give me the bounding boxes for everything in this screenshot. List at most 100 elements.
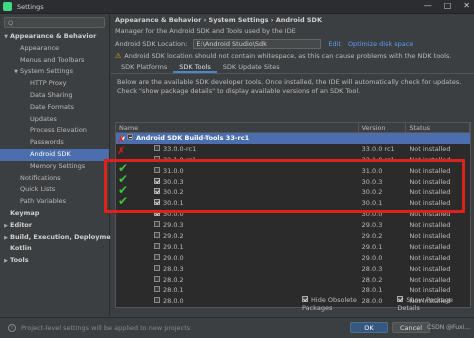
watermark: CSDN @Fuxi... [427, 324, 470, 331]
tab-sdk-tools[interactable]: SDK Tools [173, 62, 217, 73]
table-row[interactable]: 29.0.0 29.0.0 Not installed [116, 253, 470, 264]
table-options: Hide Obsolete Packages Show Package Deta… [302, 296, 474, 312]
table-row[interactable]: 29.0.3 29.0.3 Not installed [116, 220, 470, 231]
version-cell: 29.0.3 [361, 221, 383, 230]
table-row[interactable]: 28.0.3 28.0.3 Not installed [116, 264, 470, 275]
version-cell: 30.0.1 [361, 199, 383, 208]
row-checkbox[interactable] [154, 221, 160, 228]
build-tools-group-row[interactable]: ▼ Android SDK Build-Tools 33-rc1 [116, 133, 470, 144]
group-checkbox[interactable] [127, 134, 133, 140]
status-cell: Not installed [409, 275, 451, 284]
row-checkbox[interactable] [154, 232, 160, 239]
row-checkbox[interactable] [154, 210, 160, 217]
sidebar-item-passwords[interactable]: Passwords [0, 137, 109, 149]
settings-search-input[interactable]: Q [4, 17, 105, 28]
optimize-disk-space-link[interactable]: Optimize disk space [348, 40, 413, 48]
sidebar-item-appearance-behavior[interactable]: ▼ Appearance & Behavior [0, 31, 109, 43]
table-row[interactable]: 30.0.2 30.0.2 Not installed [116, 187, 470, 198]
column-version[interactable]: Version [359, 123, 407, 132]
name-cell: 30.0.1 [116, 198, 359, 209]
sidebar-item-http-proxy[interactable]: HTTP Proxy [0, 78, 109, 90]
column-name[interactable]: Name [116, 123, 359, 132]
sdk-tools-table: Name Version Status ▼ Android SDK Build-T… [115, 122, 471, 308]
row-checkbox[interactable] [154, 297, 160, 304]
hide-obsolete-option[interactable]: Hide Obsolete Packages [302, 296, 385, 312]
table-row[interactable]: 28.0.1 28.0.1 Not installed [116, 285, 470, 296]
maximize-button[interactable]: □ [444, 1, 452, 10]
warning-icon: ⚠ [115, 52, 122, 60]
minimize-button[interactable]: — [424, 1, 432, 10]
show-details-option[interactable]: Show Package Details [397, 296, 474, 312]
row-checkbox[interactable] [154, 166, 160, 173]
status-cell: Not installed [409, 210, 451, 219]
ok-button[interactable]: OK [350, 322, 388, 333]
sidebar-item-android-sdk[interactable]: Android SDK [0, 148, 109, 161]
row-checkbox[interactable] [154, 264, 160, 271]
row-checkbox[interactable] [154, 155, 160, 162]
sidebar-item-process-elevation[interactable]: Process Elevation [0, 125, 109, 137]
show-details-checkbox[interactable] [397, 296, 404, 302]
group-label: Android SDK Build-Tools 33-rc1 [136, 134, 250, 142]
chevron-right-icon: ▶ [4, 258, 8, 265]
name-cell: 30.0.2 [116, 187, 359, 198]
sidebar-item-path-variables[interactable]: Path Variables [0, 196, 109, 208]
sdk-tabs: SDK Platforms SDK Tools SDK Update Sites [111, 62, 474, 74]
sidebar-item-data-sharing[interactable]: Data Sharing [0, 90, 109, 102]
table-row[interactable]: 28.0.2 28.0.2 Not installed [116, 275, 470, 286]
close-button[interactable]: ✕ [463, 1, 470, 10]
sidebar-item-build-execution-deployment[interactable]: ▶ Build, Execution, Deployment [0, 232, 118, 244]
version-cell: 31.0.0 [361, 166, 383, 175]
table-row[interactable]: 30.0.0 30.0.0 Not installed [116, 209, 470, 220]
table-row[interactable]: 29.0.1 29.0.1 Not installed [116, 242, 470, 253]
search-icon: Q [8, 18, 14, 27]
sidebar-item-label: Kotlin [10, 244, 32, 253]
sidebar-item-appearance[interactable]: Appearance [0, 43, 109, 55]
sidebar-item-label: Keymap [10, 208, 40, 217]
sidebar-item-menus-and-toolbars[interactable]: Menus and Toolbars [0, 55, 109, 67]
sidebar-item-system-settings[interactable]: ▼ System Settings [0, 66, 109, 78]
row-name: 32.1.0-rc1 [163, 155, 197, 164]
android-sdk-panel: Appearance & Behavior › System Settings … [111, 14, 474, 316]
sdk-location-label: Android SDK Location: [115, 40, 188, 48]
window-controls: — □ ✕ [424, 1, 470, 10]
sidebar-item-memory-settings[interactable]: Memory Settings [0, 161, 109, 173]
table-row[interactable]: 33.0.0-rc1 33.0.0 rc1 Not installed [116, 144, 470, 155]
sidebar-item-tools[interactable]: ▶ Tools [0, 255, 109, 267]
sidebar-item-quick-lists[interactable]: Quick Lists [0, 184, 109, 196]
sidebar-item-editor[interactable]: ▶ Editor [0, 220, 109, 232]
annotation-check-mark: ✔ [118, 194, 129, 208]
settings-sidebar: Q ▼ Appearance & Behavior Appearance Menus … [0, 14, 118, 316]
tab-sdk-platforms[interactable]: SDK Platforms [115, 62, 173, 73]
info-icon: i [8, 324, 16, 332]
row-checkbox[interactable] [154, 286, 160, 293]
tab-sdk-update-sites[interactable]: SDK Update Sites [217, 62, 286, 73]
row-checkbox[interactable] [154, 177, 160, 184]
sidebar-item-kotlin[interactable]: Kotlin [0, 243, 109, 255]
row-checkbox[interactable] [154, 144, 160, 151]
android-studio-icon [3, 2, 12, 11]
row-checkbox[interactable] [154, 199, 160, 206]
version-cell: 29.0.1 [361, 242, 383, 251]
table-row[interactable]: 32.1.0-rc1 32.1.0 rc1 Not installed [116, 155, 470, 166]
row-name: 30.0.1 [163, 199, 184, 208]
table-row[interactable]: 29.0.2 29.0.2 Not installed [116, 231, 470, 242]
settings-tree: ▼ Appearance & Behavior Appearance Menus an… [0, 31, 118, 267]
row-checkbox[interactable] [154, 188, 160, 195]
table-row[interactable]: 30.0.1 30.0.1 Not installed [116, 198, 470, 209]
table-row[interactable]: 30.0.3 30.0.3 Not installed [116, 177, 470, 188]
column-status[interactable]: Status [406, 123, 470, 132]
sidebar-item-notifications[interactable]: Notifications [0, 173, 109, 185]
name-cell: 28.0.2 [116, 275, 359, 286]
row-checkbox[interactable] [154, 242, 160, 249]
version-cell: 28.0.1 [361, 286, 383, 295]
edit-link[interactable]: Edit [328, 40, 341, 48]
sidebar-item-keymap[interactable]: Keymap [0, 208, 109, 220]
hide-obsolete-checkbox[interactable] [302, 296, 308, 302]
cancel-button[interactable]: Cancel [392, 322, 430, 333]
sidebar-item-updates[interactable]: Updates [0, 114, 109, 126]
sidebar-item-date-formats[interactable]: Date Formats [0, 102, 109, 114]
row-checkbox[interactable] [154, 253, 160, 260]
table-row[interactable]: 31.0.0 31.0.0 Not installed [116, 166, 470, 177]
row-checkbox[interactable] [154, 275, 160, 282]
sdk-location-field[interactable]: E:\Android Studio\Sdk [193, 39, 322, 49]
